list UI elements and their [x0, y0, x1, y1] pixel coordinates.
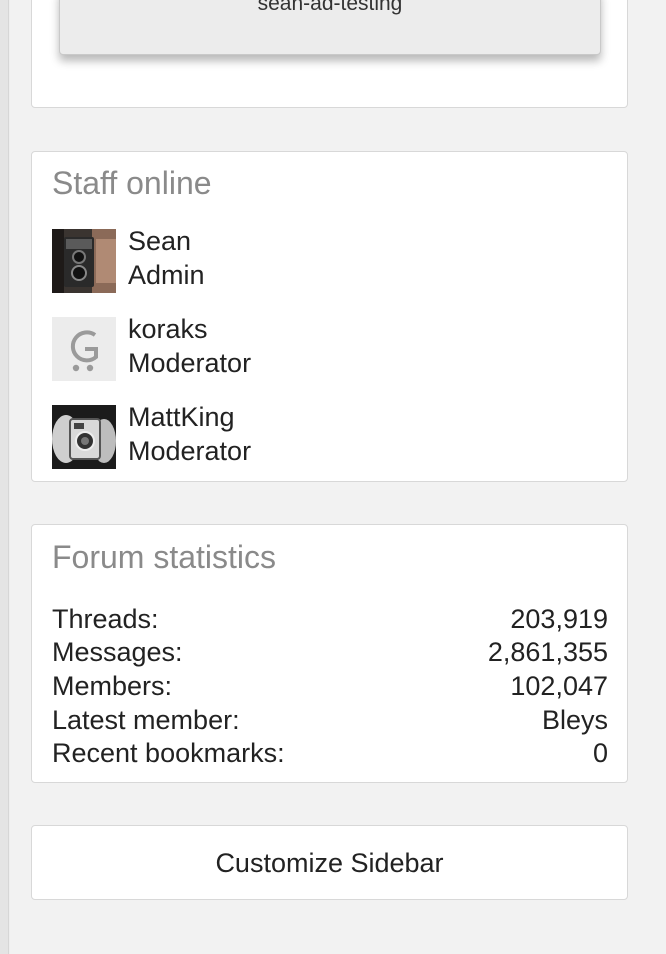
stat-value: 203,919 — [510, 604, 608, 634]
stat-label: Members: — [52, 671, 173, 701]
stat-value: 2,861,355 — [487, 637, 608, 667]
staff-online-block: Staff online Sean Admin koraks Moderator… — [31, 151, 628, 482]
ad-testing-button[interactable]: sean-ad-testing — [59, 0, 601, 55]
customize-sidebar-button[interactable]: Customize Sidebar — [31, 825, 628, 900]
stat-value: 0 — [592, 738, 608, 768]
stat-row-threads: Threads: 203,919 — [52, 602, 608, 636]
staff-role: Moderator — [128, 436, 252, 466]
stat-label: Recent bookmarks: — [52, 738, 285, 768]
avatar[interactable] — [52, 229, 116, 293]
staff-role: Admin — [128, 260, 205, 290]
staff-role: Moderator — [128, 348, 252, 378]
staff-member-row: Sean Admin — [52, 226, 592, 295]
staff-member-row: MattKing Moderator — [52, 402, 592, 471]
left-edge-strip — [0, 0, 9, 954]
customize-sidebar-label: Customize Sidebar — [215, 848, 444, 878]
staff-name[interactable]: Sean — [128, 225, 191, 257]
staff-member-row: koraks Moderator — [52, 314, 592, 383]
staff-online-title: Staff online — [52, 165, 212, 201]
camera-photo-avatar-icon — [52, 229, 116, 293]
stat-row-messages: Messages: 2,861,355 — [52, 635, 608, 669]
forum-statistics-title: Forum statistics — [52, 539, 277, 575]
stat-label: Latest member: — [52, 705, 240, 735]
avatar[interactable] — [52, 405, 116, 469]
stat-row-latest-member: Latest member: Bleys — [52, 703, 608, 737]
hands-camera-avatar-icon — [52, 405, 116, 469]
stat-label: Messages: — [52, 637, 183, 667]
stat-row-members: Members: 102,047 — [52, 669, 608, 703]
latest-member-link[interactable]: Bleys — [542, 703, 608, 737]
stat-value: 102,047 — [510, 671, 608, 701]
ad-block: sean-ad-testing — [31, 0, 628, 108]
letter-g-avatar-icon — [52, 317, 116, 381]
avatar[interactable] — [52, 317, 116, 381]
staff-name[interactable]: koraks — [128, 313, 208, 345]
stat-label: Threads: — [52, 604, 159, 634]
forum-statistics-block: Forum statistics Threads: 203,919 Messag… — [31, 524, 628, 783]
staff-name[interactable]: MattKing — [128, 401, 235, 433]
stat-row-recent-bookmarks: Recent bookmarks: 0 — [52, 736, 608, 770]
